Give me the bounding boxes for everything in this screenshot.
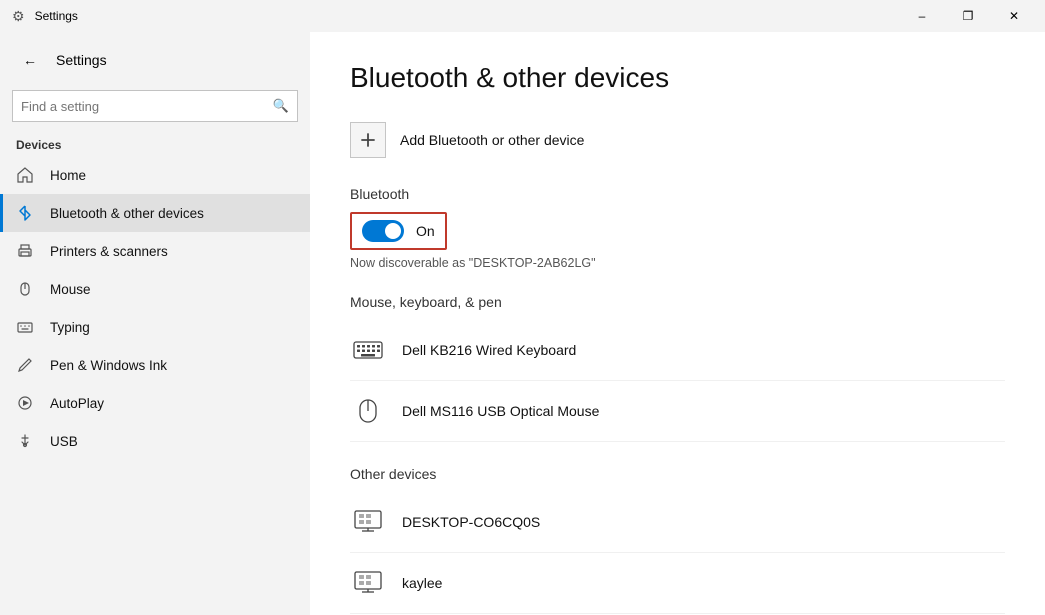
sidebar-item-mouse[interactable]: Mouse [0, 270, 310, 308]
mouse-device-name: Dell MS116 USB Optical Mouse [402, 403, 599, 419]
minimize-button[interactable]: – [899, 0, 945, 32]
printer-icon [16, 242, 36, 260]
other-device-item-0: DESKTOP-CO6CQ0S [350, 492, 1005, 553]
bluetooth-toggle-row[interactable]: On [350, 212, 447, 250]
page-title: Bluetooth & other devices [350, 62, 1005, 94]
search-box[interactable]: 🔍 [12, 90, 298, 122]
sidebar-item-home[interactable]: Home [0, 156, 310, 194]
other-device-name-0: DESKTOP-CO6CQ0S [402, 514, 540, 530]
bluetooth-section-heading: Bluetooth [350, 186, 1005, 202]
sidebar-item-bluetooth-label: Bluetooth & other devices [50, 206, 204, 221]
add-icon [350, 122, 386, 158]
title-bar-controls: – ❐ ✕ [899, 0, 1037, 32]
keyboard-device-icon [350, 332, 386, 368]
keyboard-device-item: Dell KB216 Wired Keyboard [350, 320, 1005, 381]
sidebar-item-typing-label: Typing [50, 320, 90, 335]
sidebar: ← Settings 🔍 Devices Home Bluetoot [0, 32, 310, 615]
sidebar-item-usb-label: USB [50, 434, 78, 449]
keyboard-device-name: Dell KB216 Wired Keyboard [402, 342, 576, 358]
app-body: ← Settings 🔍 Devices Home Bluetoot [0, 32, 1045, 615]
sidebar-item-autoplay[interactable]: AutoPlay [0, 384, 310, 422]
mouse-keyboard-section: Mouse, keyboard, & pen [350, 294, 1005, 442]
maximize-button[interactable]: ❐ [945, 0, 991, 32]
mouse-keyboard-section-heading: Mouse, keyboard, & pen [350, 294, 1005, 310]
bluetooth-toggle[interactable] [362, 220, 404, 242]
sidebar-section-label: Devices [0, 132, 310, 156]
search-icon: 🔍 [273, 98, 289, 114]
bluetooth-section: Bluetooth On Now discoverable as "DESKTO… [350, 186, 1005, 270]
content-area: Bluetooth & other devices Add Bluetooth … [310, 32, 1045, 615]
other-devices-section-heading: Other devices [350, 466, 1005, 482]
add-device-label: Add Bluetooth or other device [400, 132, 584, 148]
settings-icon: ⚙ [12, 8, 25, 25]
monitor-icon-0 [350, 504, 386, 540]
title-bar-title: Settings [35, 9, 78, 23]
other-devices-section: Other devices DESKTOP-CO6CQ0S [350, 466, 1005, 614]
mouse-device-icon [350, 393, 386, 429]
other-device-name-1: kaylee [402, 575, 442, 591]
sidebar-app-title: Settings [56, 52, 107, 68]
sidebar-item-bluetooth[interactable]: Bluetooth & other devices [0, 194, 310, 232]
sidebar-item-printers[interactable]: Printers & scanners [0, 232, 310, 270]
back-button[interactable]: ← [16, 46, 44, 74]
sidebar-item-typing[interactable]: Typing [0, 308, 310, 346]
mouse-device-item: Dell MS116 USB Optical Mouse [350, 381, 1005, 442]
add-device-button[interactable]: Add Bluetooth or other device [350, 122, 1005, 158]
sidebar-item-home-label: Home [50, 168, 86, 183]
home-icon [16, 166, 36, 184]
sidebar-nav-header: ← Settings [0, 36, 310, 84]
toggle-knob [385, 223, 401, 239]
usb-icon [16, 432, 36, 450]
search-input[interactable] [21, 99, 267, 114]
close-button[interactable]: ✕ [991, 0, 1037, 32]
mouse-icon [16, 280, 36, 298]
autoplay-icon [16, 394, 36, 412]
title-bar-left: ⚙ Settings [12, 8, 78, 25]
typing-icon [16, 318, 36, 336]
sidebar-item-pen-label: Pen & Windows Ink [50, 358, 167, 373]
sidebar-item-autoplay-label: AutoPlay [50, 396, 104, 411]
bluetooth-icon [16, 204, 36, 222]
title-bar: ⚙ Settings – ❐ ✕ [0, 0, 1045, 32]
pen-icon [16, 356, 36, 374]
other-device-item-1: kaylee [350, 553, 1005, 614]
sidebar-item-usb[interactable]: USB [0, 422, 310, 460]
sidebar-item-printers-label: Printers & scanners [50, 244, 168, 259]
sidebar-item-mouse-label: Mouse [50, 282, 91, 297]
monitor-icon-1 [350, 565, 386, 601]
sidebar-item-pen[interactable]: Pen & Windows Ink [0, 346, 310, 384]
bluetooth-toggle-label: On [416, 223, 435, 239]
discoverable-text: Now discoverable as "DESKTOP-2AB62LG" [350, 256, 1005, 270]
